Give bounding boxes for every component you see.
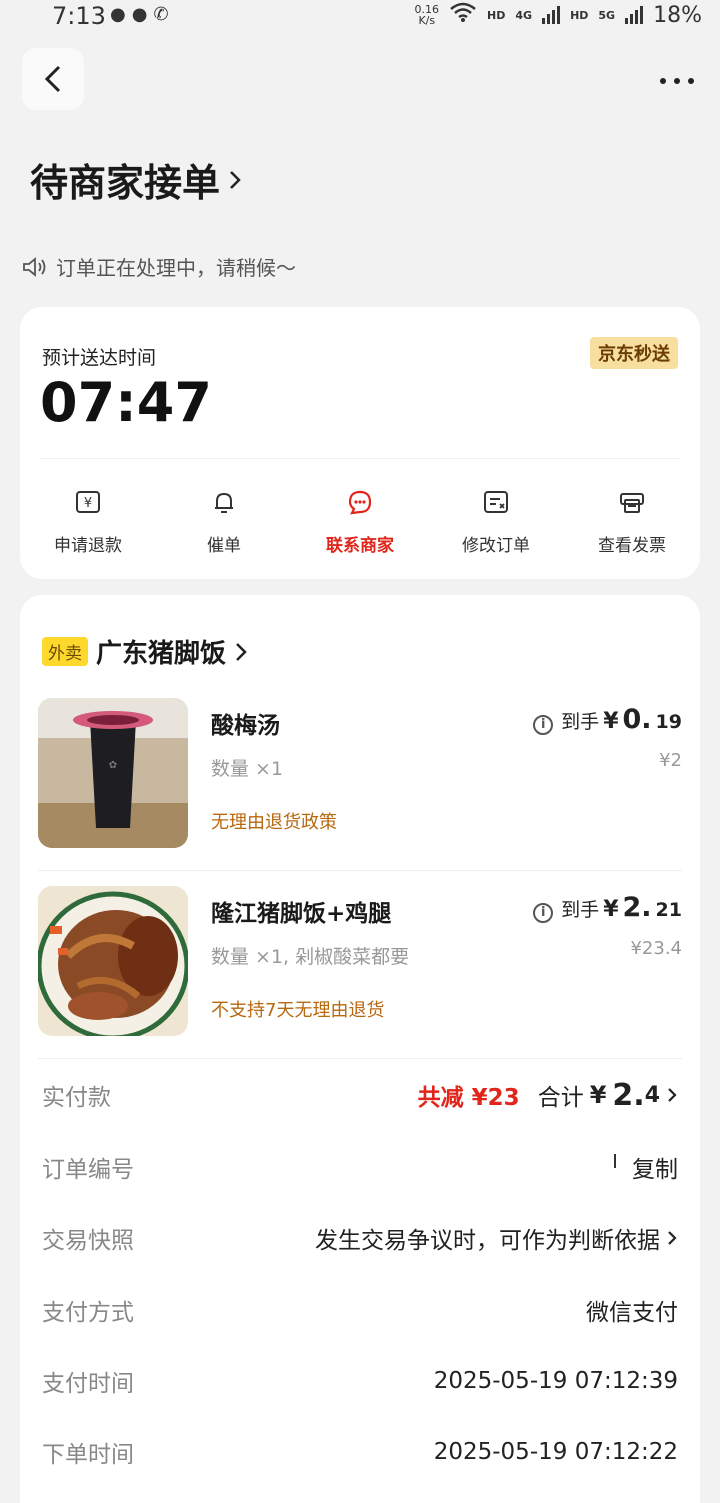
- item-quantity: 数量 ×1, 剁椒酸菜都要: [211, 946, 410, 968]
- wifi-icon: [449, 2, 477, 28]
- network-type: 4G: [515, 8, 533, 22]
- chevron-right-icon: [668, 1088, 677, 1102]
- network-speed: 0.16 K/s: [414, 3, 440, 27]
- paid-amount-row[interactable]: 实付款 共减 ¥23 合计 ¥2. 4: [42, 1075, 678, 1115]
- eta-time: 07:47: [40, 371, 212, 434]
- back-button[interactable]: [22, 48, 84, 110]
- eta-label: 预计送达时间: [42, 347, 157, 369]
- shop-link[interactable]: 外卖 广东猪脚饭: [42, 633, 248, 670]
- refund-icon: ¥: [76, 491, 100, 513]
- wechat-icon: ●: [131, 4, 154, 25]
- contact-merchant-button[interactable]: 联系商家: [292, 487, 428, 556]
- info-icon[interactable]: i: [533, 714, 554, 735]
- delivery-card: 预计送达时间 07:47 京东秒送 ¥ 申请退款 催单 联系商家 修改订单 查看…: [20, 307, 700, 579]
- payment-time-row: 支付时间 2025-05-19 07:12:39: [42, 1368, 678, 1397]
- order-time-row: 下单时间 2025-05-19 07:12:22: [42, 1439, 678, 1468]
- wechat-icon: ●: [110, 4, 132, 25]
- item-final-price: i 到手 ¥2. 21: [533, 892, 682, 923]
- status-time: 7:13: [52, 2, 106, 30]
- chevron-right-icon: [236, 642, 247, 661]
- battery-level: 18%: [653, 2, 702, 28]
- hd-label: HD: [570, 8, 589, 22]
- order-item[interactable]: ✿ 酸梅汤 数量 ×1 无理由退货政策 i 到手 ¥0. 19 ¥2: [20, 698, 700, 874]
- more-options-button[interactable]: [660, 78, 694, 84]
- order-number-row: 订单编号 复制: [42, 1147, 678, 1187]
- return-policy: 不支持7天无理由退货: [211, 1000, 385, 1021]
- chevron-right-icon: [668, 1231, 677, 1245]
- return-policy: 无理由退货政策: [211, 812, 337, 833]
- view-invoice-button[interactable]: 查看发票: [564, 487, 700, 556]
- product-image: ✿: [38, 698, 188, 848]
- delivery-service-badge: 京东秒送: [590, 337, 678, 369]
- status-right: 0.16 K/s HD 4G HD 5G 18%: [415, 2, 702, 28]
- item-name: 酸梅汤: [211, 713, 280, 739]
- order-item[interactable]: 隆江猪脚饭+鸡腿 数量 ×1, 剁椒酸菜都要 不支持7天无理由退货 i 到手 ¥…: [20, 886, 700, 1062]
- edit-order-icon: [484, 491, 508, 513]
- item-quantity: 数量 ×1: [211, 758, 284, 780]
- bell-icon: [215, 492, 233, 513]
- chevron-left-icon: [44, 65, 61, 93]
- divider: [40, 458, 680, 459]
- chat-icon: [348, 490, 372, 515]
- order-number-redacted: [614, 1154, 616, 1168]
- svg-text:¥: ¥: [84, 496, 92, 511]
- payment-method-row: 支付方式 微信支付: [42, 1300, 678, 1326]
- notification-icons: ●●✆: [110, 4, 175, 25]
- takeout-tag: 外卖: [42, 637, 88, 666]
- item-original-price: ¥2: [659, 750, 682, 771]
- network-type: 5G: [598, 8, 616, 22]
- item-original-price: ¥23.4: [630, 938, 682, 959]
- total-amount: 2.: [612, 1077, 645, 1113]
- trade-snapshot-row[interactable]: 交易快照 发生交易争议时，可作为判断依据: [42, 1218, 678, 1258]
- svg-text:✿: ✿: [109, 760, 117, 771]
- speaker-icon: [23, 256, 46, 277]
- invoice-icon: [620, 493, 644, 513]
- item-final-price: i 到手 ¥0. 19: [533, 704, 682, 735]
- item-name: 隆江猪脚饭+鸡腿: [211, 901, 392, 927]
- discount-total: 共减 ¥23: [417, 1085, 520, 1111]
- order-status-title[interactable]: 待商家接单: [30, 152, 242, 207]
- modify-order-button[interactable]: 修改订单: [428, 487, 564, 556]
- urge-button[interactable]: 催单: [156, 487, 292, 556]
- chevron-right-icon: [230, 170, 241, 189]
- processing-notice: 订单正在处理中，请稍候～: [22, 252, 296, 281]
- call-icon: ✆: [153, 4, 175, 25]
- copy-button[interactable]: 复制: [632, 1150, 678, 1184]
- divider: [38, 870, 682, 871]
- product-image: [38, 886, 188, 1036]
- info-icon[interactable]: i: [533, 902, 554, 923]
- hd-label: HD: [487, 8, 506, 22]
- divider: [38, 1058, 682, 1059]
- order-actions: ¥ 申请退款 催单 联系商家 修改订单 查看发票: [20, 487, 700, 556]
- shop-name: 广东猪脚饭: [96, 639, 227, 669]
- refund-button[interactable]: ¥ 申请退款: [20, 487, 156, 556]
- signal-icon: [542, 6, 561, 24]
- signal-icon: [625, 6, 644, 24]
- order-card: 外卖 广东猪脚饭 ✿ 酸梅汤 数量 ×1 无理由退货政策 i 到手 ¥0. 19 …: [20, 595, 700, 1503]
